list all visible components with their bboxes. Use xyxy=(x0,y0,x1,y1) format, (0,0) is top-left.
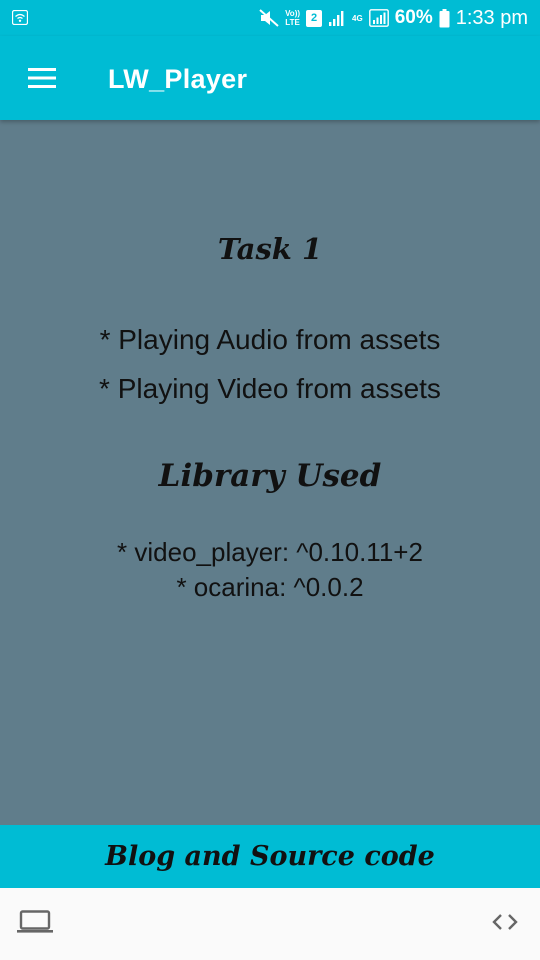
blog-source-link[interactable]: Blog and Source code xyxy=(0,825,540,888)
signal-box-icon xyxy=(368,9,389,27)
library-heading: Library Used xyxy=(158,458,382,494)
status-bar: Vo)) LTE 2 4G 60% 1:33 pm xyxy=(0,0,540,36)
status-icons: Vo)) LTE 2 4G 60% 1:33 pm xyxy=(259,0,528,36)
menu-button[interactable] xyxy=(20,58,64,102)
menu-icon xyxy=(28,68,56,92)
main-content: Task 1 * Playing Audio from assets * Pla… xyxy=(0,120,540,825)
network-type-label: 4G xyxy=(352,13,363,23)
bottom-nav-bar xyxy=(0,888,540,960)
page-title: LW_Player xyxy=(108,64,248,94)
library-item: * video_player: ^0.10.11+2 xyxy=(117,537,423,567)
volte-top-label: Vo)) xyxy=(285,9,301,18)
task-heading: Task 1 xyxy=(217,232,323,266)
battery-percent: 60% xyxy=(394,7,433,28)
laptop-icon xyxy=(16,910,54,938)
mute-icon xyxy=(259,9,279,27)
battery-icon xyxy=(439,8,450,28)
code-icon xyxy=(490,912,520,936)
library-item: * ocarina: ^0.0.2 xyxy=(176,572,364,602)
wifi-hotspot-icon xyxy=(11,9,29,26)
task-item: * Playing Video from assets xyxy=(99,373,441,404)
status-time: 1:33 pm xyxy=(455,6,528,29)
signal-icon xyxy=(328,10,346,26)
volte-bottom-label: LTE xyxy=(285,18,300,27)
task-item: * Playing Audio from assets xyxy=(99,324,441,355)
laptop-button[interactable] xyxy=(12,904,58,944)
code-view-button[interactable] xyxy=(482,904,528,944)
app-bar: LW_Player xyxy=(0,36,540,120)
sim-badge: 2 xyxy=(306,9,323,27)
blog-source-label: Blog and Source code xyxy=(105,841,435,872)
volte-indicator: Vo)) LTE xyxy=(285,9,300,27)
